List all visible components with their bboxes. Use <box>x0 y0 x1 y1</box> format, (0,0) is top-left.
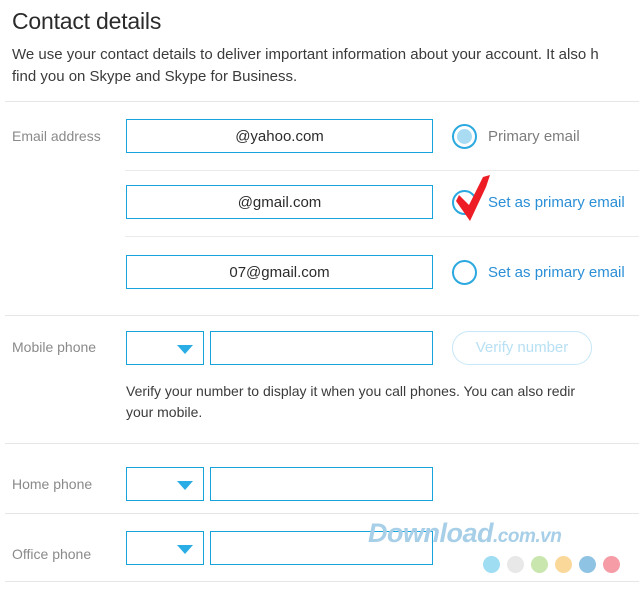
chevron-down-icon <box>177 481 193 490</box>
office-phone-input[interactable] <box>210 531 433 565</box>
section-divider-bottom <box>5 581 639 582</box>
mobile-phone-input[interactable] <box>210 331 433 365</box>
home-phone-label: Home phone <box>12 476 93 492</box>
radio-primary-email-3[interactable] <box>452 259 477 285</box>
watermark-dot-2 <box>507 556 524 573</box>
section-divider-mobile-home <box>5 443 639 444</box>
radio-label-1: Primary email <box>488 127 580 145</box>
radio-primary-email-1[interactable] <box>452 123 477 149</box>
chevron-down-icon <box>177 345 193 354</box>
radio-label-2[interactable]: Set as primary email <box>488 194 625 211</box>
email-row-divider-1 <box>125 170 639 171</box>
contact-details-page: Contact details We use your contact deta… <box>0 0 639 593</box>
section-divider-top <box>5 101 639 102</box>
home-country-code-select[interactable] <box>126 467 204 501</box>
chevron-down-icon <box>177 545 193 554</box>
primary-email-option-2[interactable]: Set as primary email <box>452 185 625 219</box>
section-divider-home-office <box>5 513 639 514</box>
section-divider-email-mobile <box>5 315 639 316</box>
intro-paragraph: We use your contact details to deliver i… <box>12 46 599 85</box>
watermark-dot-5 <box>579 556 596 573</box>
watermark-suffix: .com.vn <box>493 526 562 547</box>
mobile-phone-label: Mobile phone <box>12 339 97 355</box>
watermark-dot-3 <box>531 556 548 573</box>
mobile-country-code-select[interactable] <box>126 331 204 365</box>
watermark-dot-6 <box>603 556 620 573</box>
email-input-2[interactable] <box>126 185 433 219</box>
home-phone-input[interactable] <box>210 467 433 501</box>
office-country-code-select[interactable] <box>126 531 204 565</box>
watermark-dots <box>483 556 620 573</box>
email-row-divider-2 <box>125 236 639 237</box>
page-title: Contact details <box>12 8 162 34</box>
office-phone-label: Office phone <box>12 546 92 562</box>
mobile-helper-text: Verify your number to display it when yo… <box>126 383 576 420</box>
watermark-dot-1 <box>483 556 500 573</box>
watermark-dot-4 <box>555 556 572 573</box>
verify-number-button[interactable]: Verify number <box>452 331 592 365</box>
email-address-label: Email address <box>12 128 101 144</box>
radio-label-3[interactable]: Set as primary email <box>488 264 625 281</box>
email-input-3[interactable] <box>126 255 433 289</box>
primary-email-option-1[interactable]: Primary email <box>452 119 580 153</box>
email-input-1[interactable] <box>126 119 433 153</box>
radio-primary-email-2[interactable] <box>452 189 477 215</box>
primary-email-option-3[interactable]: Set as primary email <box>452 255 625 289</box>
